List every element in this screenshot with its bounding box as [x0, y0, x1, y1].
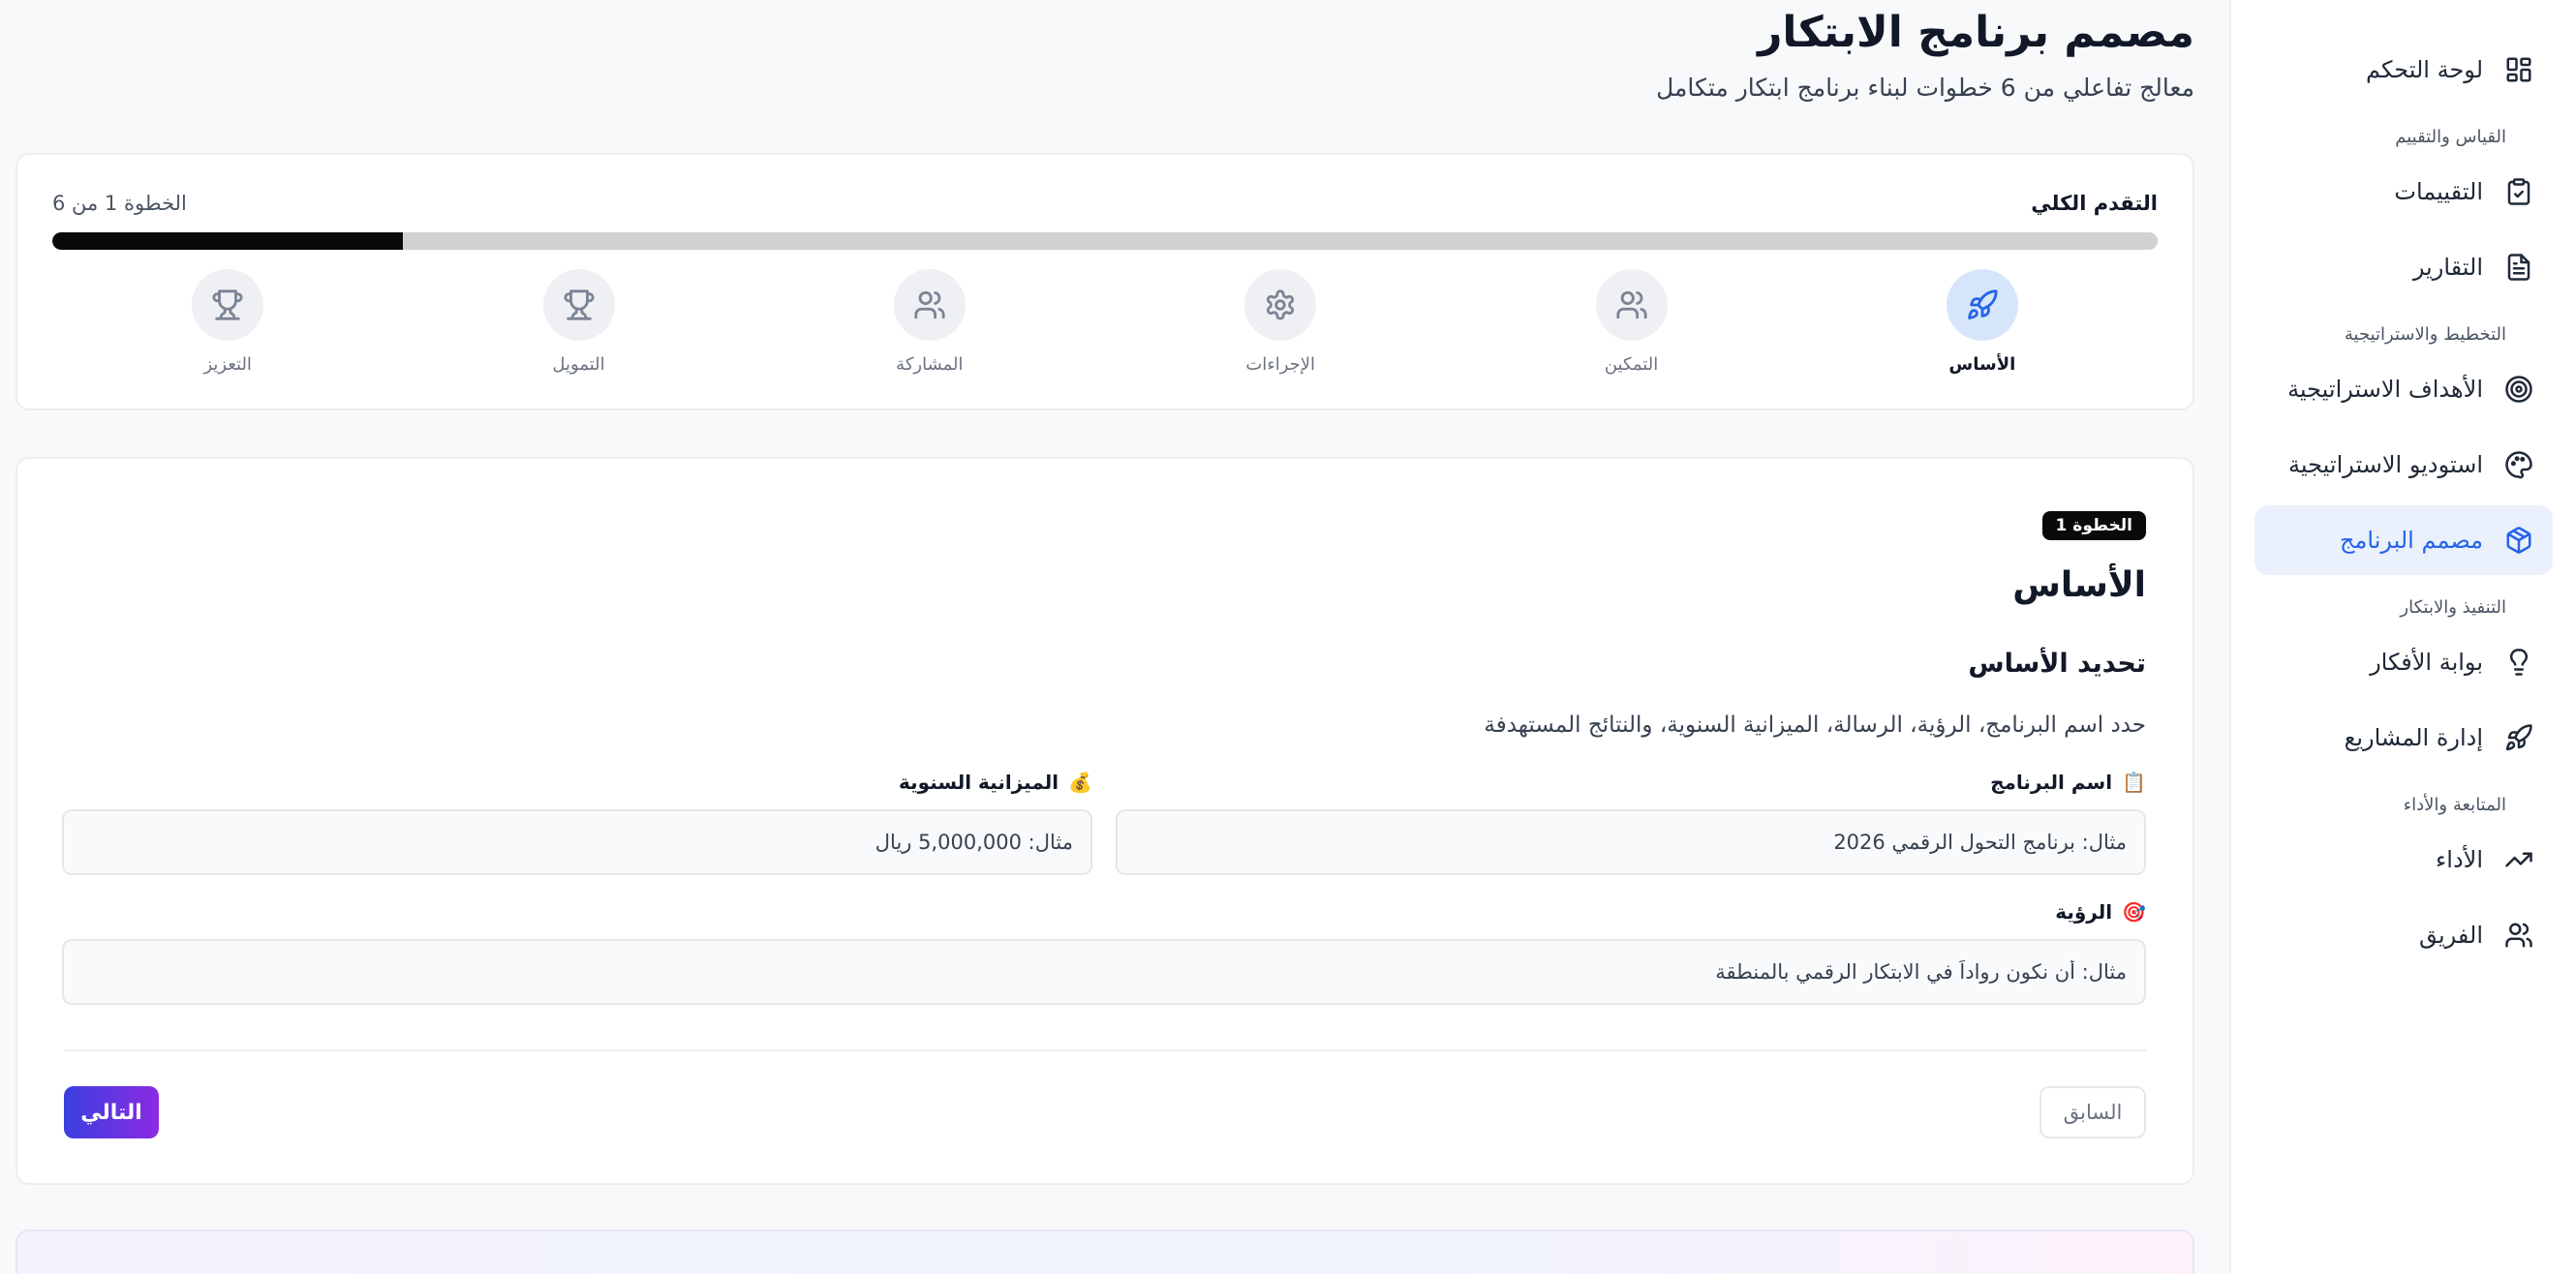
users-icon — [1595, 269, 1668, 341]
next-section-card — [15, 1229, 2194, 1274]
sidebar-section-title: التخطيط والاستراتيجية — [2344, 324, 2506, 345]
target-icon — [2504, 375, 2533, 404]
sidebar-item-assessments[interactable]: التقييمات — [2254, 157, 2553, 227]
dashboard-grid-icon — [2504, 55, 2533, 84]
progress-header: التقدم الكلي الخطوة 1 من 6 — [52, 192, 2158, 221]
cube-icon — [2504, 526, 2533, 555]
sidebar-item-label: الأهداف الاستراتيجية — [2287, 376, 2483, 403]
gear-icon — [1244, 269, 1317, 341]
step-foundation[interactable]: الأساس — [1807, 269, 2158, 385]
sidebar-item-strategy-studio[interactable]: استوديو الاستراتيجية — [2254, 430, 2553, 500]
step-label: الإجراءات — [1245, 354, 1316, 375]
program-name-label: 📋 اسم البرنامج — [1990, 771, 2146, 794]
sidebar-item-performance[interactable]: الأداء — [2254, 825, 2553, 895]
annual-budget-label-text: الميزانية السنوية — [899, 771, 1059, 794]
palette-icon — [2504, 450, 2533, 479]
sidebar-item-strategic-goals[interactable]: الأهداف الاستراتيجية — [2254, 354, 2553, 424]
progress-title: التقدم الكلي — [2031, 192, 2158, 215]
rocket-icon — [2504, 723, 2533, 752]
step-description: حدد اسم البرنامج، الرؤية، الرسالة، الميز… — [1484, 713, 2146, 738]
divider — [64, 1049, 2146, 1051]
target-emoji-icon: 🎯 — [2122, 900, 2146, 924]
step-label: التمويل — [552, 354, 605, 375]
document-icon — [2504, 253, 2533, 282]
trophy-icon — [192, 269, 264, 341]
annual-budget-input[interactable] — [62, 809, 1092, 875]
step-participation[interactable]: المشاركة — [754, 269, 1105, 385]
sidebar-section-title: التنفيذ والابتكار — [2400, 597, 2506, 618]
sidebar: لوحة التحكم القياس والتقييم التقييمات ال… — [2229, 0, 2576, 1274]
sidebar-item-ideas-portal[interactable]: بوابة الأفكار — [2254, 627, 2553, 697]
vision-label: 🎯 الرؤية — [2055, 900, 2146, 924]
step-title: الأساس — [2012, 565, 2146, 605]
step-label: المشاركة — [896, 354, 964, 375]
sidebar-item-label: الأداء — [2436, 846, 2483, 873]
step-funding[interactable]: التمويل — [403, 269, 753, 385]
sidebar-item-label: لوحة التحكم — [2366, 56, 2483, 83]
step-label: الأساس — [1948, 354, 2016, 375]
lightbulb-icon — [2504, 648, 2533, 677]
sidebar-item-label: التقارير — [2412, 254, 2483, 281]
sidebar-item-label: إدارة المشاريع — [2344, 724, 2483, 751]
trophy-icon — [542, 269, 615, 341]
step-procedures[interactable]: الإجراءات — [1105, 269, 1456, 385]
vision-label-text: الرؤية — [2055, 900, 2113, 924]
sidebar-section-title: القياس والتقييم — [2395, 127, 2506, 147]
vision-input[interactable] — [62, 939, 2146, 1005]
users-icon — [893, 269, 966, 341]
program-name-input[interactable] — [1116, 809, 2146, 875]
page-title: مصمم برنامج الابتكار — [1758, 8, 2194, 57]
sidebar-item-reports[interactable]: التقارير — [2254, 232, 2553, 302]
sidebar-item-program-designer[interactable]: مصمم البرنامج — [2254, 505, 2553, 575]
wizard-steps: الأساس التمكين الإجراءات المشاركة التموي… — [52, 269, 2158, 385]
step-subtitle: تحديد الأساس — [1968, 649, 2146, 679]
next-button[interactable]: التالي — [64, 1086, 159, 1138]
progress-bar-fill — [52, 232, 404, 250]
clipboard-emoji-icon: 📋 — [2122, 771, 2146, 794]
progress-bar — [52, 232, 2158, 250]
program-name-label-text: اسم البرنامج — [1990, 771, 2113, 794]
step-form-card: الخطوة 1 الأساس تحديد الأساس حدد اسم الب… — [15, 457, 2194, 1185]
step-label: التعزيز — [203, 354, 252, 375]
trending-up-icon — [2504, 845, 2533, 874]
sidebar-item-label: استوديو الاستراتيجية — [2288, 451, 2483, 478]
step-label: التمكين — [1604, 354, 1659, 375]
step-enablement[interactable]: التمكين — [1456, 269, 1806, 385]
annual-budget-label: 💰 الميزانية السنوية — [899, 771, 1092, 794]
sidebar-item-dashboard[interactable]: لوحة التحكم — [2254, 35, 2553, 105]
sidebar-item-label: مصمم البرنامج — [2340, 527, 2483, 554]
clipboard-check-icon — [2504, 177, 2533, 206]
step-reinforcement[interactable]: التعزيز — [52, 269, 403, 385]
users-icon — [2504, 921, 2533, 950]
sidebar-section-title: المتابعة والأداء — [2403, 795, 2506, 815]
sidebar-item-project-management[interactable]: إدارة المشاريع — [2254, 703, 2553, 773]
progress-card: التقدم الكلي الخطوة 1 من 6 الأساس التمكي… — [15, 153, 2194, 410]
previous-button[interactable]: السابق — [2039, 1086, 2146, 1138]
sidebar-item-label: التقييمات — [2394, 178, 2483, 205]
money-bag-emoji-icon: 💰 — [1068, 771, 1092, 794]
step-badge: الخطوة 1 — [2041, 511, 2146, 540]
sidebar-item-team[interactable]: الفريق — [2254, 900, 2553, 970]
sidebar-item-label: بوابة الأفكار — [2370, 649, 2483, 676]
sidebar-item-label: الفريق — [2418, 922, 2483, 949]
progress-step-count: الخطوة 1 من 6 — [52, 192, 187, 215]
page-subtitle: معالج تفاعلي من 6 خطوات لبناء برنامج ابت… — [1656, 74, 2194, 102]
rocket-icon — [1946, 269, 2018, 341]
